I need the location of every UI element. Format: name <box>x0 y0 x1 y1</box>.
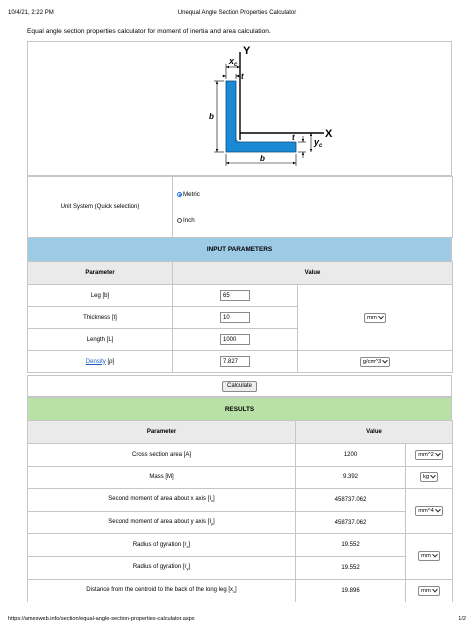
thickness-label: Thickness [t] <box>27 306 173 329</box>
density-label: Density [ρ] <box>27 350 173 373</box>
xc-distance-label: Distance from the centroid to the back o… <box>27 578 296 602</box>
input-parameters-header: INPUT PARAMETERS <box>27 237 452 262</box>
thickness-input[interactable]: 10 <box>220 312 250 323</box>
results-col-parameter: Parameter <box>27 420 296 444</box>
iy-label: Second moment of area about y axis [Iy] <box>27 510 296 535</box>
intro-text: Equal angle section properties calculato… <box>27 28 271 35</box>
iy-value: 458737.062 <box>295 510 406 535</box>
xc-unit-select[interactable]: mm <box>418 585 440 596</box>
calculate-row: Calculate <box>27 375 452 397</box>
xc-distance-value: 19.896 <box>295 578 406 602</box>
chevron-down-icon <box>431 552 438 558</box>
print-page-title: Unequal Angle Section Properties Calcula… <box>177 10 297 16</box>
area-label: Cross section area [A] <box>27 443 296 467</box>
angle-section-shape <box>225 80 297 153</box>
mass-label: Mass [M] <box>27 465 296 490</box>
t-label-top: t <box>241 72 244 81</box>
chevron-down-icon <box>377 313 384 319</box>
density-input[interactable]: 7.827 <box>220 356 250 367</box>
t-label-right: t <box>292 133 295 142</box>
print-page-number: 1/2 <box>458 616 466 622</box>
results-table: Parameter Value Cross section area [A] 1… <box>27 420 453 602</box>
radio-metric-label: Metric <box>183 190 200 198</box>
angle-section-figure-panel: xc t b b t yc Y X <box>27 41 452 176</box>
radio-inch[interactable]: Inch <box>177 212 452 228</box>
ix-label: Second moment of area about x axis [Ix] <box>27 488 296 512</box>
rx-label: Radius of gyration [rx] <box>27 533 296 557</box>
chevron-down-icon <box>434 507 441 513</box>
unit-system-table: Unit System (Quick selection) Metric Inc… <box>27 176 453 238</box>
yc-label: yc <box>313 137 323 149</box>
unit-system-label: Unit System (Quick selection) <box>27 176 173 238</box>
b-label-vertical: b <box>209 112 214 121</box>
print-footer: https://amesweb.info/section/equal-angle… <box>8 616 466 622</box>
mass-value: 9.392 <box>295 465 406 490</box>
density-unit-select[interactable]: g/cm^3 <box>359 356 391 367</box>
length-unit-cell: mm <box>297 284 453 351</box>
y-axis-label: Y <box>243 45 251 57</box>
b-label-horizontal: b <box>260 154 265 163</box>
results-header: RESULTS <box>27 397 452 421</box>
length-unit-select[interactable]: mm <box>364 312 386 323</box>
angle-section-diagram: xc t b b t yc Y X <box>209 45 333 166</box>
x-axis-label: X <box>325 128 333 140</box>
radio-inch-indicator[interactable] <box>177 217 182 223</box>
length-input[interactable]: 1000 <box>220 334 250 345</box>
ry-value: 19.552 <box>295 555 406 580</box>
density-link[interactable]: Density <box>86 359 106 365</box>
chevron-down-icon <box>430 473 436 479</box>
col-value-header: Value <box>172 261 453 285</box>
xc-label: xc <box>228 56 238 68</box>
print-header: 10/4/21, 2:22 PM Unequal Angle Section P… <box>8 10 466 20</box>
results-col-value: Value <box>295 420 453 444</box>
leg-input[interactable]: 65 <box>220 290 250 301</box>
length-label: Length [L] <box>27 328 173 351</box>
leg-label: Leg [b] <box>27 284 173 307</box>
chevron-down-icon <box>431 586 438 593</box>
mass-unit-select[interactable]: kg <box>419 472 439 483</box>
ix-value: 458737.062 <box>295 488 406 512</box>
unit-system-options: Metric Inch <box>172 176 453 238</box>
input-parameters-table: Parameter Value Leg [b] 65 mm Thickness … <box>27 261 453 373</box>
radio-metric[interactable]: Metric <box>177 186 452 202</box>
area-value: 1200 <box>295 443 406 467</box>
radio-metric-indicator[interactable] <box>177 191 182 197</box>
print-url: https://amesweb.info/section/equal-angle… <box>8 616 195 622</box>
inertia-unit-select[interactable]: mm^4 <box>415 506 443 517</box>
gyration-unit-select[interactable]: mm <box>418 551 440 562</box>
calculate-button[interactable]: Calculate <box>221 380 257 392</box>
area-unit-select[interactable]: mm^2 <box>415 449 443 460</box>
ry-label: Radius of gyration [ry] <box>27 555 296 580</box>
chevron-down-icon <box>382 357 389 363</box>
col-parameter-header: Parameter <box>27 261 173 285</box>
radio-inch-label: Inch <box>183 216 195 224</box>
chevron-down-icon <box>434 450 441 457</box>
rx-value: 19.552 <box>295 533 406 557</box>
